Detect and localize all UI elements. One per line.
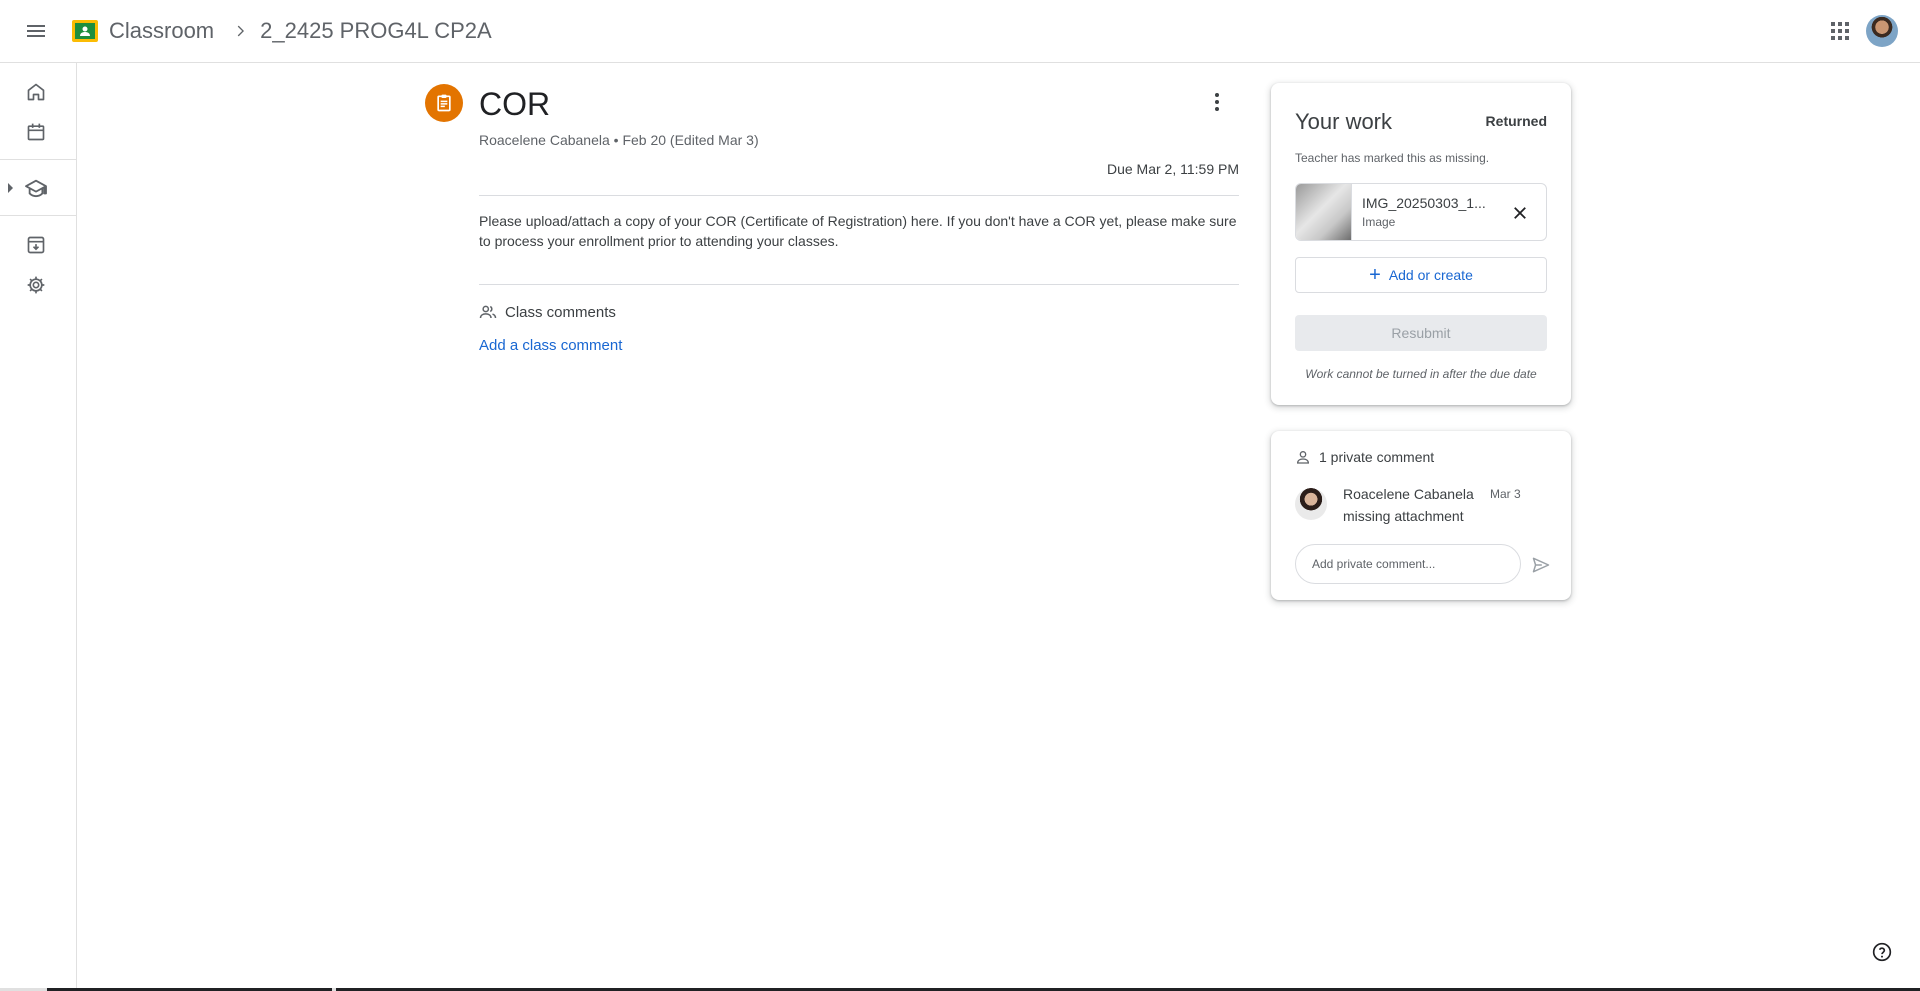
status-badge: Returned [1485,113,1547,129]
more-options-icon[interactable] [1205,90,1229,114]
classroom-logo-icon[interactable] [72,20,98,42]
add-or-create-label: Add or create [1388,267,1473,283]
comment-author: Roacelene Cabanela [1343,486,1474,502]
private-comment-input[interactable] [1295,544,1521,584]
expand-caret-icon[interactable] [8,183,13,193]
top-app-bar: Classroom 2_2425 PROG4L CP2A [0,0,1920,63]
enrolled-classes-icon[interactable] [20,172,52,204]
google-apps-icon[interactable] [1820,11,1860,51]
attachment-name: IMG_20250303_1... [1362,195,1486,211]
class-comments-header: Class comments [479,303,616,321]
add-class-comment-link[interactable]: Add a class comment [479,337,622,354]
comment-text: missing attachment [1343,508,1464,524]
attachment-chip[interactable]: IMG_20250303_1... Image [1295,183,1547,241]
assignment-icon [425,84,463,122]
side-navigation [0,63,77,991]
help-icon[interactable] [1870,940,1894,964]
plus-icon: + [1369,264,1381,286]
people-icon [479,305,497,319]
due-date: Due Mar 2, 11:59 PM [1106,161,1239,177]
chevron-right-icon [232,23,248,39]
account-avatar[interactable] [1866,15,1898,47]
attachment-type: Image [1362,215,1396,229]
settings-icon[interactable] [20,269,52,301]
assignment-description: Please upload/attach a copy of your COR … [479,213,1237,249]
missing-note: Teacher has marked this as missing. [1295,151,1490,165]
private-comments-card: 1 private comment Roacelene Cabanela Mar… [1271,431,1571,600]
avatar [1295,488,1327,520]
home-icon[interactable] [20,76,52,108]
your-work-title: Your work [1295,109,1393,134]
assignment-meta: Roacelene Cabanela • Feb 20 (Edited Mar … [479,132,759,148]
comment-date: Mar 3 [1490,487,1521,501]
private-comments-count: 1 private comment [1319,449,1435,465]
assignment-title: COR [479,86,551,122]
person-icon [1296,451,1310,464]
nav-divider [0,159,76,160]
calendar-icon[interactable] [20,116,52,148]
add-or-create-button[interactable]: + Add or create [1295,257,1547,293]
archived-classes-icon[interactable] [20,229,52,261]
your-work-card: Your work Returned Teacher has marked th… [1271,83,1571,405]
divider [479,195,1239,196]
divider [479,284,1239,285]
nav-divider [0,215,76,216]
late-note: Work cannot be turned in after the due d… [1305,367,1537,381]
attachment-thumbnail [1296,184,1352,240]
main-menu-icon[interactable] [12,7,60,55]
app-name-link[interactable]: Classroom [109,18,214,44]
resubmit-button[interactable]: Resubmit [1295,315,1547,351]
class-comments-label: Class comments [505,303,616,321]
close-icon[interactable] [1508,201,1532,225]
class-name-breadcrumb[interactable]: 2_2425 PROG4L CP2A [260,18,492,44]
send-icon[interactable] [1529,553,1553,577]
private-comments-header: 1 private comment [1295,449,1434,465]
